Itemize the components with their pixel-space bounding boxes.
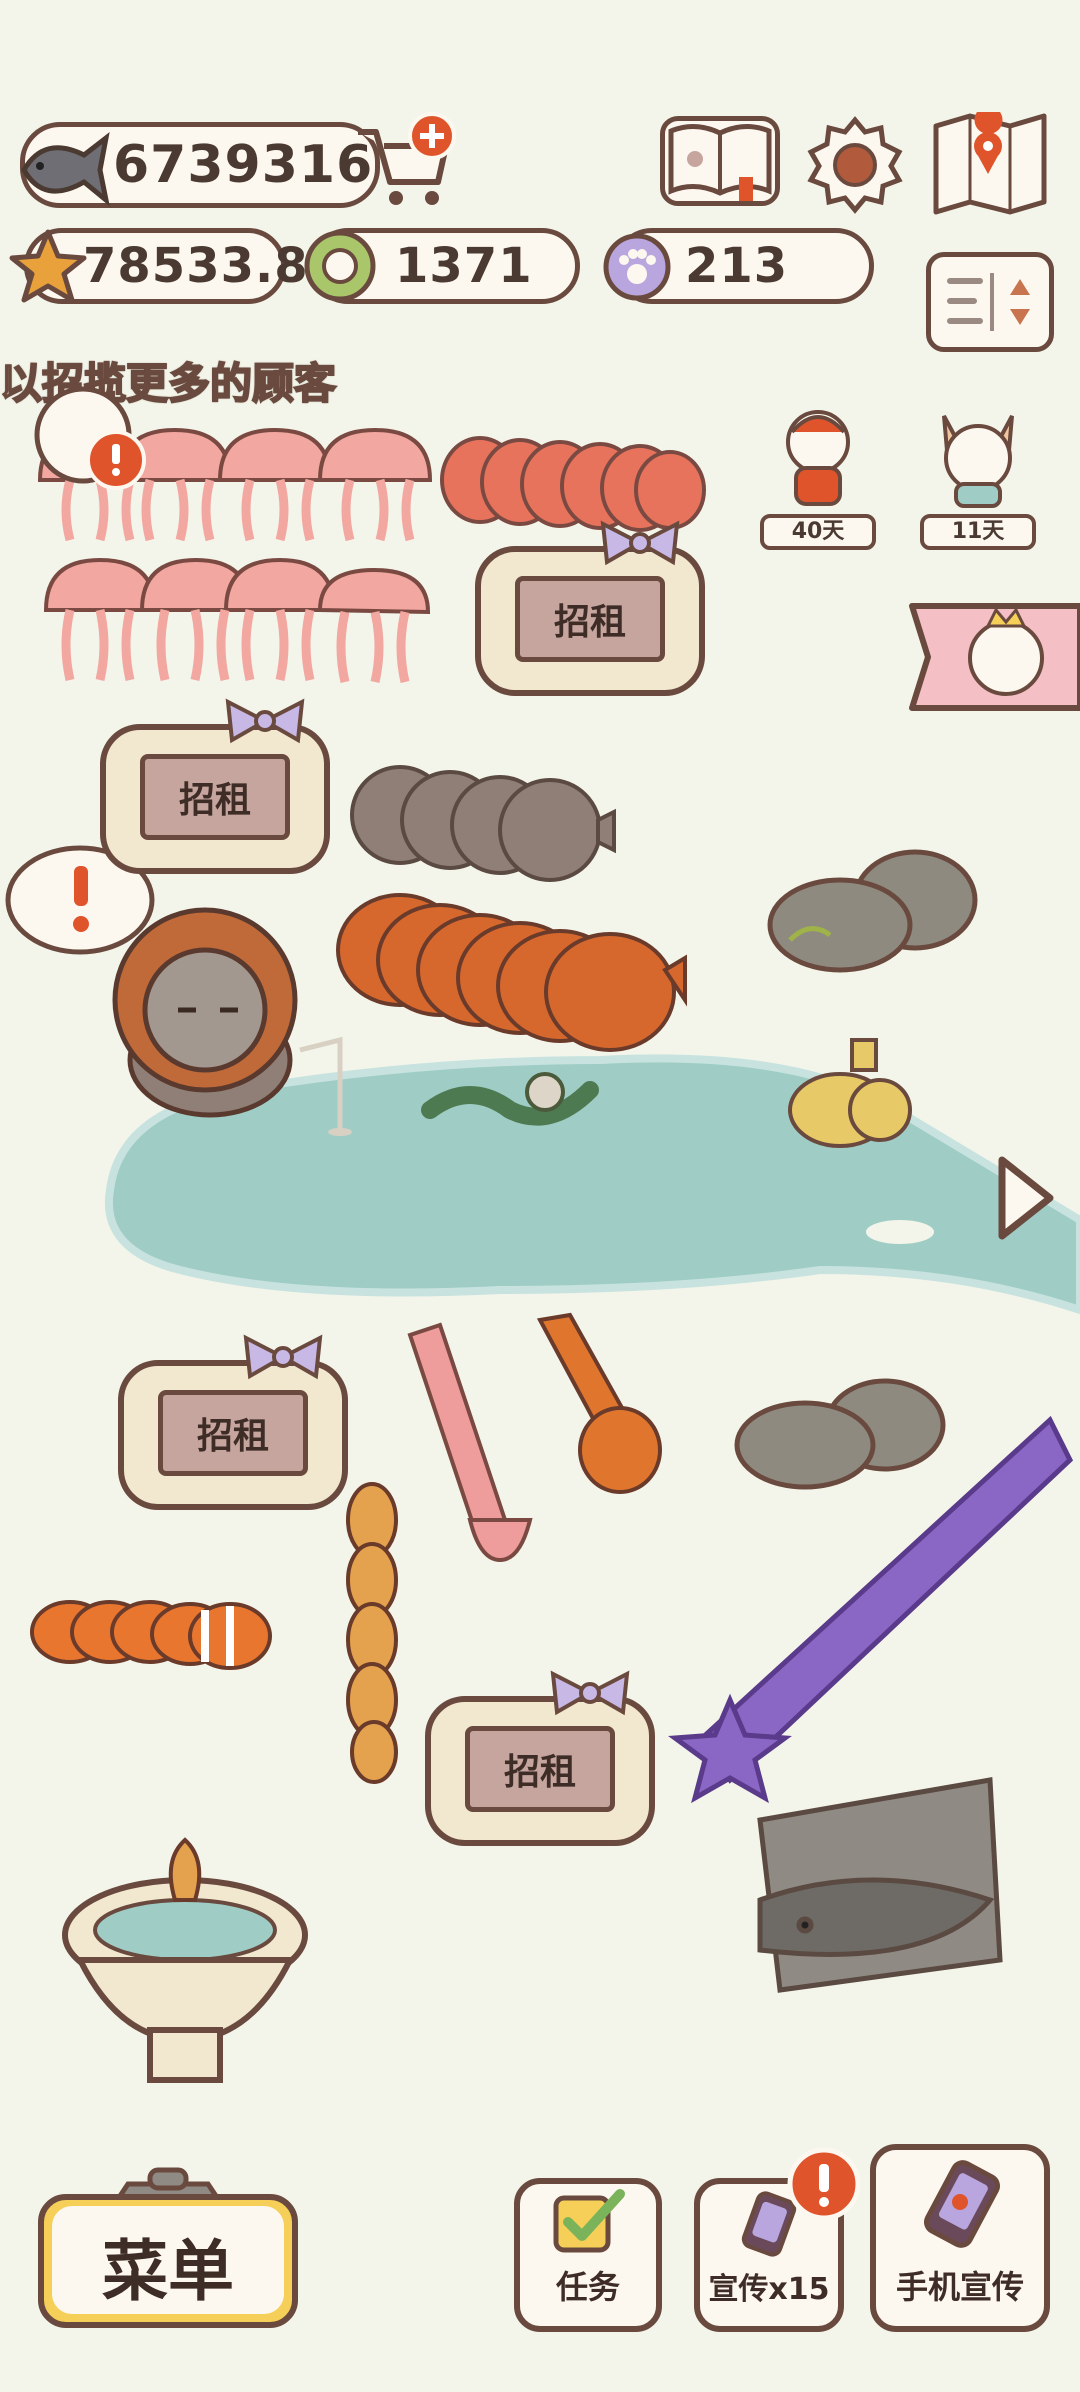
rent-sign[interactable]: 招租: [100, 698, 330, 874]
promo-label: 宣传x15: [708, 2272, 830, 2307]
rent-sign-label: 招租: [158, 1390, 308, 1476]
grey-puffer-group: [350, 765, 616, 882]
rent-sign[interactable]: 招租: [118, 1334, 348, 1510]
visitor-avatar[interactable]: [28, 380, 148, 490]
orange-fish-group: [336, 893, 687, 1052]
checkbox-icon: [553, 2189, 625, 2253]
bow-icon: [550, 1670, 630, 1716]
phone-icon: [923, 2160, 1001, 2248]
pink-squid-stack: [407, 1322, 533, 1563]
visitor-1[interactable]: 40天: [758, 402, 878, 552]
corgi-cat-icon: [942, 415, 1014, 508]
visitor-days: 11天: [920, 514, 1036, 550]
bow-icon: [243, 1334, 323, 1380]
shark-stack: [757, 1777, 1003, 1993]
fountain: [62, 1837, 308, 2083]
phone-promo-button[interactable]: 手机宣传: [870, 2144, 1050, 2332]
rocks-upper: [767, 849, 978, 973]
rent-sign[interactable]: 招租: [425, 1670, 655, 1846]
king-cat-banner-icon: [909, 603, 1080, 711]
rent-sign-label: 招租: [515, 576, 665, 662]
visitor-2[interactable]: 11天: [918, 402, 1038, 552]
basket: [788, 1038, 912, 1148]
chef-cat-icon: [786, 410, 850, 506]
rocks-lower: [734, 1378, 946, 1490]
visitor-days: 40天: [760, 514, 876, 550]
menu-label: 菜单: [102, 2233, 234, 2310]
salmon-group: [440, 436, 706, 532]
phone-promo-label: 手机宣传: [895, 2268, 1024, 2306]
bow-icon: [600, 520, 680, 566]
event-banner[interactable]: [906, 598, 1080, 716]
lion-cat: [112, 907, 298, 1118]
clownfish-row: [30, 1600, 272, 1670]
game-scene: [5, 427, 1080, 2083]
cat-avatar-icon: [34, 386, 146, 490]
tasks-label: 任务: [555, 2268, 620, 2306]
rent-sign-label: 招租: [465, 1726, 615, 1812]
tasks-button[interactable]: 任务: [514, 2178, 662, 2332]
menu-button[interactable]: 菜单: [38, 2166, 298, 2332]
rent-sign[interactable]: 招租: [475, 520, 705, 696]
orange-octopus-stack: [536, 1312, 662, 1494]
alert-icon: [787, 2147, 861, 2221]
seahorse-column: [346, 1482, 398, 1784]
rent-sign-label: 招租: [140, 754, 290, 840]
bow-icon: [225, 698, 305, 744]
purple-starfish-stack: [668, 1415, 1074, 1804]
